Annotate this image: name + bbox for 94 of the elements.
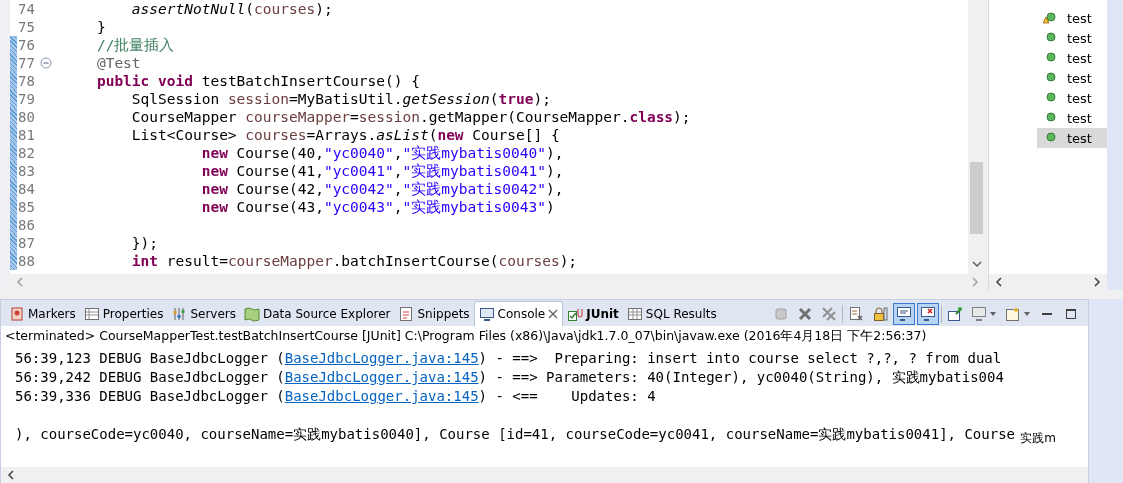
test-tree-item[interactable]: test xyxy=(1037,108,1107,128)
document-icon xyxy=(398,306,415,322)
console-text: ) - <== Updates: 4 xyxy=(478,387,656,406)
source-link[interactable]: BaseJdbcLogger.java:145 xyxy=(284,368,479,387)
line-number: 85 xyxy=(18,199,35,215)
view-tab[interactable]: Properties xyxy=(79,302,168,326)
line-number: 79 xyxy=(18,91,35,107)
code-line: //批量插入 xyxy=(95,36,176,54)
stop-icon xyxy=(773,306,789,322)
code-editor[interactable] xyxy=(0,0,985,290)
horizontal-scrollbar[interactable] xyxy=(1,467,1088,483)
line-number: 88 xyxy=(18,253,35,269)
test-tree-item[interactable]: test xyxy=(1037,88,1107,108)
view-tab[interactable]: SQL Results xyxy=(622,302,721,326)
view-tab[interactable]: Snippets xyxy=(394,302,474,326)
chevron-left-icon[interactable] xyxy=(995,277,1003,287)
line-number: 84 xyxy=(18,181,35,197)
stray-text: 实践m xyxy=(1020,430,1056,447)
console-header: <terminated> CourseMapperTest.testBatchInsertCourse [JUnit] C:\Program Files (x86)\Java\jdk1.7.0_07\bin\javaw.exe (2016年4月18日 下午2:56:37) xyxy=(4,327,928,345)
console-text: 56:39,336 DEBUG BaseJdbcLogger ( xyxy=(15,387,285,406)
console-text: 56:39,242 DEBUG BaseJdbcLogger ( xyxy=(15,368,285,387)
code-line: List<Course> courses=Arrays.asList(new Course[] { xyxy=(130,126,561,144)
code-line: public void testBatchInsertCourse() { xyxy=(95,72,421,90)
monitor-caret-icon xyxy=(971,306,997,322)
view-tab[interactable]: Servers xyxy=(167,302,240,326)
dot-icon xyxy=(1043,111,1057,125)
line-number: 87 xyxy=(18,235,35,251)
lock-icon xyxy=(872,306,888,322)
new-window-caret-icon xyxy=(1005,306,1031,322)
console-text: ) - ==> Preparing: insert into course select ?,?, ? from dual xyxy=(478,349,1002,368)
code-line: new Course(42,"yc0042","实践mybatis0042"), xyxy=(200,180,565,198)
code-line: CourseMapper courseMapper=session.getMapper(CourseMapper.class); xyxy=(130,108,692,126)
toolbar-button[interactable] xyxy=(917,303,939,325)
code-line: new Course(40,"yc0040","实践mybatis0040"), xyxy=(200,144,565,162)
line-number: 86 xyxy=(18,217,35,233)
code-line: SqlSession session=MyBatisUtil.getSession(true); xyxy=(130,90,552,108)
line-number: 77 xyxy=(18,55,35,71)
code-line: @Test xyxy=(95,54,142,72)
sliders-icon xyxy=(171,306,188,322)
code-line: }); xyxy=(130,234,160,252)
horizontal-scrollbar[interactable] xyxy=(989,274,1107,290)
line-number: 80 xyxy=(18,109,35,125)
checklist-icon xyxy=(567,306,584,322)
code-line: new Course(41,"yc0041","实践mybatis0041"), xyxy=(200,162,565,180)
scroll-thumb[interactable] xyxy=(970,162,983,234)
monitor-icon xyxy=(896,306,912,322)
code-line: } xyxy=(95,18,107,36)
line-number: 74 xyxy=(18,1,35,17)
view-tab[interactable]: Data Source Explorer xyxy=(240,302,395,326)
view-tab[interactable]: JUnit xyxy=(563,302,623,326)
console-text: ) - ==> Parameters: 40(Integer), yc0040(String), 实践mybatis004 xyxy=(478,368,1004,387)
code-line: assertNotNull(courses); xyxy=(130,0,334,18)
chevron-down-icon[interactable] xyxy=(972,260,982,268)
flag-icon xyxy=(9,306,25,322)
console-text: 56:39,123 DEBUG BaseJdbcLogger ( xyxy=(15,349,285,368)
close-icon xyxy=(797,306,813,322)
test-tree-item[interactable]: test xyxy=(1037,68,1107,88)
line-number: 75 xyxy=(18,19,35,35)
pin-icon xyxy=(947,306,963,322)
line-number: 82 xyxy=(18,145,35,161)
close-icon[interactable] xyxy=(548,309,559,319)
line-number: 83 xyxy=(18,163,35,179)
dot-icon xyxy=(1043,71,1057,85)
dot-icon xyxy=(1043,31,1057,45)
chevron-left-icon[interactable] xyxy=(7,470,15,480)
map-icon xyxy=(244,306,260,322)
line-number: 76 xyxy=(18,37,35,53)
code-line: new Course(43,"yc0043","实践mybatis0043") xyxy=(200,198,556,216)
double-x-icon xyxy=(821,306,837,322)
source-link[interactable]: BaseJdbcLogger.java:145 xyxy=(284,387,479,406)
dot-icon xyxy=(1043,131,1057,145)
test-tree-item[interactable]: test xyxy=(1037,8,1107,28)
dot-icon xyxy=(1043,91,1057,105)
code-line: int result=courseMapper.batchInsertCourse(courses); xyxy=(130,252,579,270)
test-tree-item[interactable]: test xyxy=(1037,48,1107,68)
vertical-scrollbar[interactable] xyxy=(968,0,985,274)
view-tab[interactable]: Markers xyxy=(5,302,80,326)
document-icon xyxy=(848,306,864,322)
view-tab[interactable]: Console xyxy=(473,301,564,326)
monitor-icon xyxy=(478,306,495,322)
test-tree-item[interactable]: test xyxy=(1037,128,1107,148)
table-icon xyxy=(83,306,100,322)
test-tree-item[interactable]: test xyxy=(1037,28,1107,48)
table-icon xyxy=(626,306,643,322)
console-text: ), courseCode=yc0040, courseName=实践mybatis0040], Course [id=41, courseCode=yc0041, courseName=实践mybatis0041], Course xyxy=(15,425,1015,444)
toolbar-button[interactable] xyxy=(893,303,915,325)
warning-dot-icon xyxy=(1043,11,1057,25)
line-number: 81 xyxy=(18,127,35,143)
dot-icon xyxy=(1043,51,1057,65)
source-link[interactable]: BaseJdbcLogger.java:145 xyxy=(284,349,479,368)
chevron-right-icon[interactable] xyxy=(1093,277,1101,287)
monitor-icon xyxy=(920,306,936,322)
minimize-icon xyxy=(1042,313,1052,315)
line-number: 78 xyxy=(18,73,35,89)
